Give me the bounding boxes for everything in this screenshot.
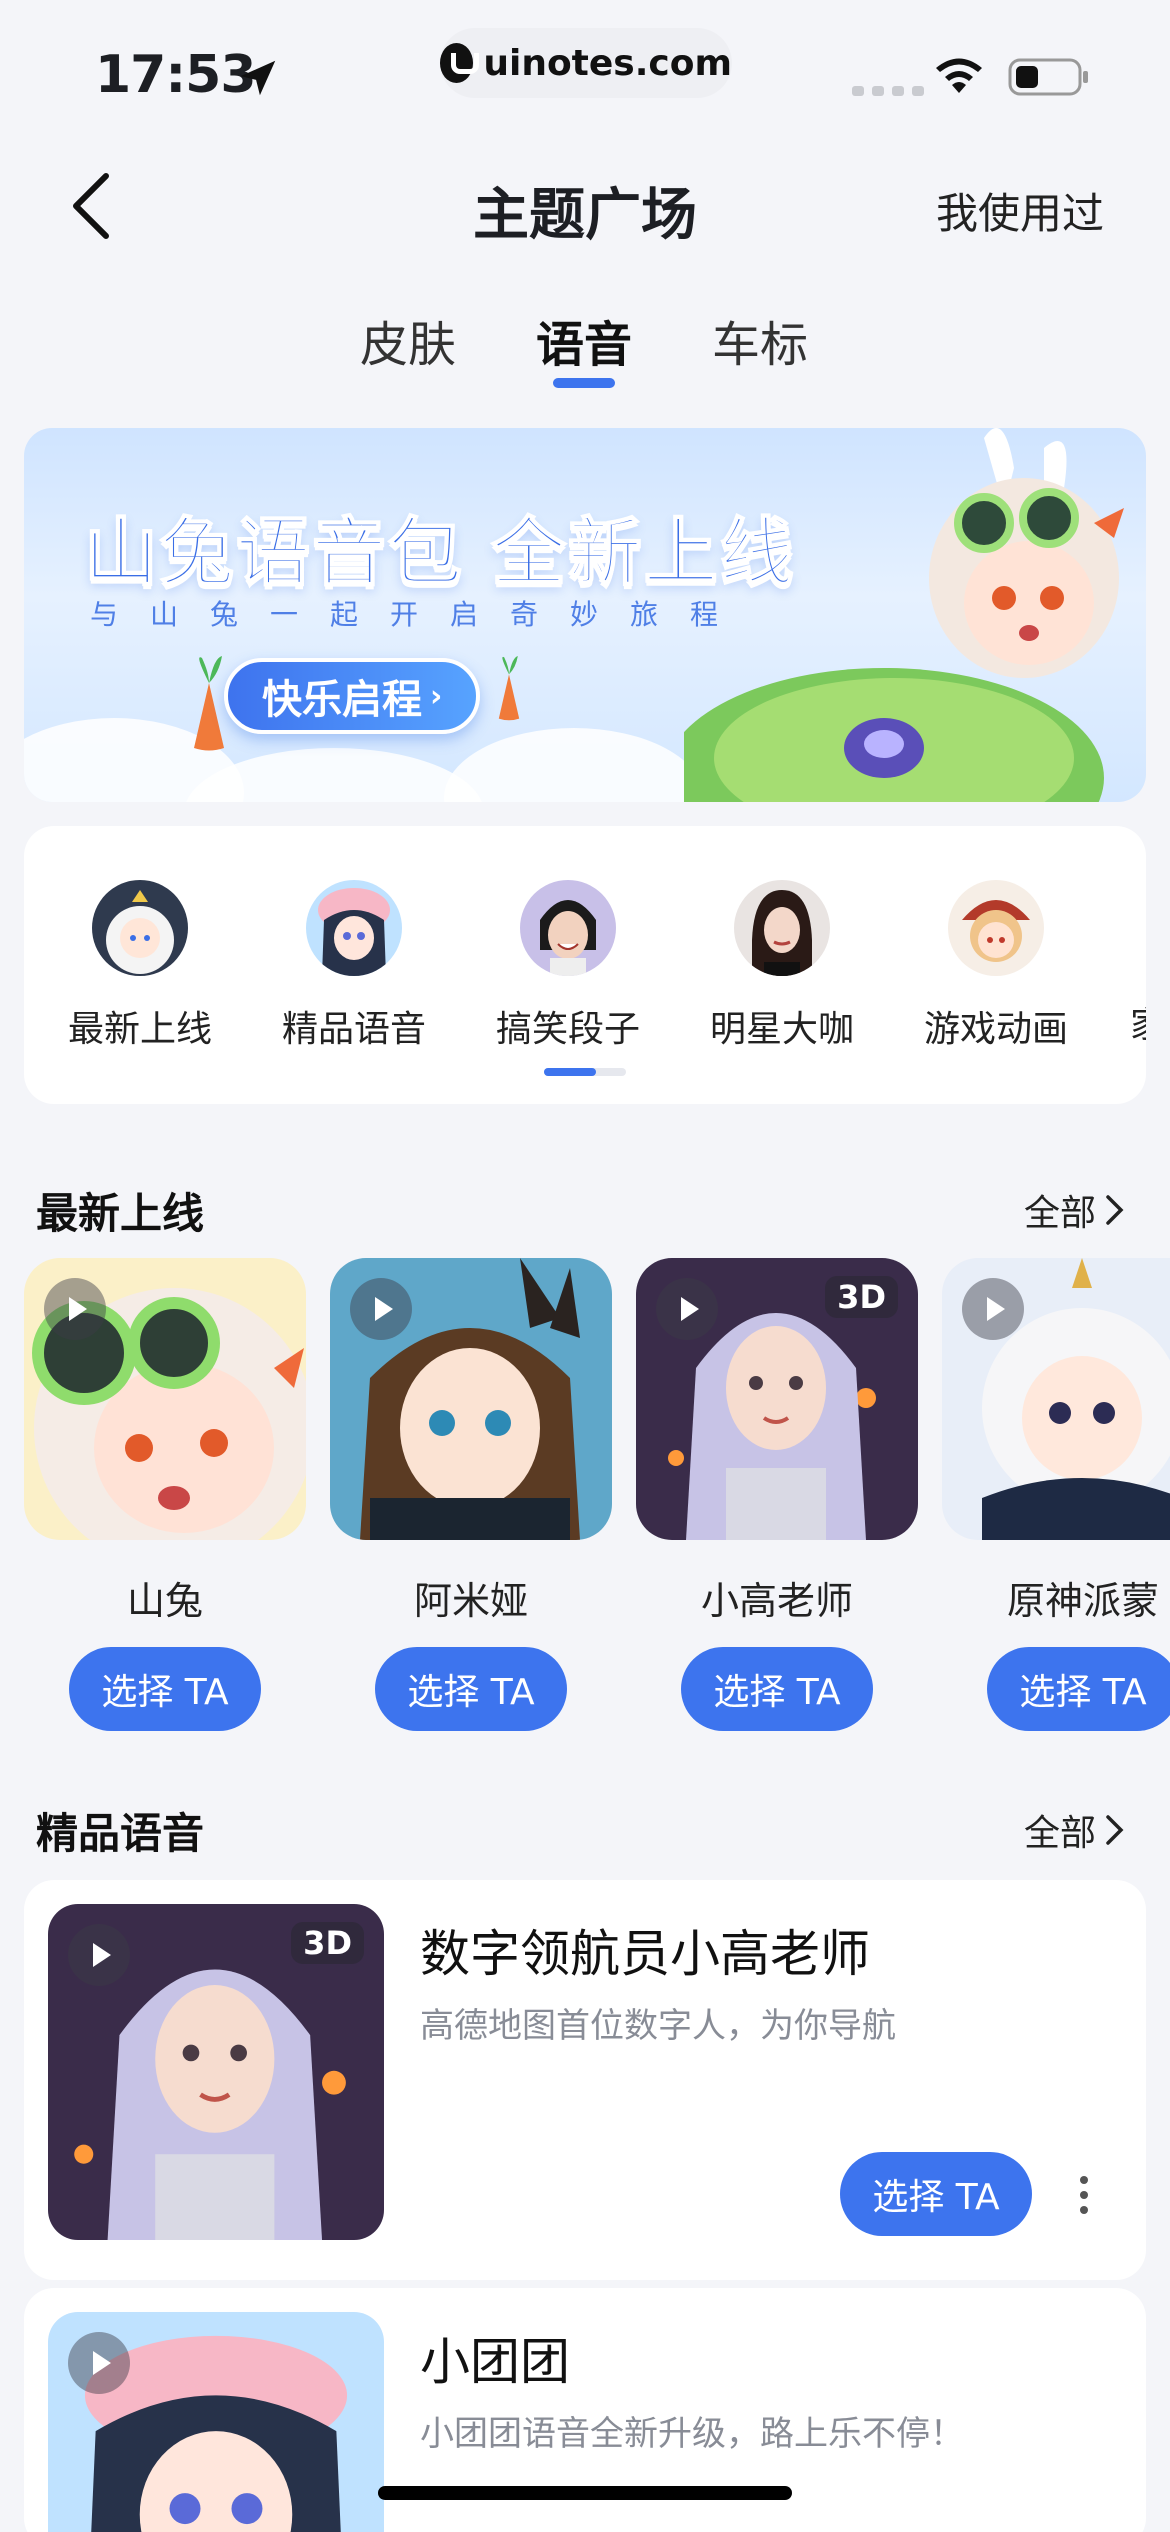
category-label: 精品语音 (281, 1009, 426, 1050)
category-label: 家 (1110, 996, 1146, 1048)
chevron-right-icon (1106, 1195, 1124, 1225)
premium-thumbnail[interactable] (48, 2312, 384, 2532)
play-icon[interactable] (68, 1924, 130, 1986)
tab-car-logo[interactable]: 车标 (712, 305, 808, 375)
status-bar: 17:53 uinotes.com (0, 0, 1170, 130)
select-button[interactable]: 选择 TA (681, 1647, 873, 1731)
celebrity-woman-icon (734, 880, 830, 976)
game-character-icon (948, 880, 1044, 976)
battery-icon (1008, 58, 1088, 96)
select-button[interactable]: 选择 TA (840, 2152, 1032, 2236)
more-label: 全部 (1023, 1193, 1096, 1234)
category-label: 明星大咖 (709, 1009, 854, 1050)
premium-section-title: 精品语音 (36, 1809, 205, 1858)
piggy-hat-girl-icon (306, 880, 402, 976)
category-item-latest[interactable]: 最新上线 (40, 880, 240, 1052)
category-label: 游戏动画 (923, 1009, 1068, 1050)
new-section-more-link[interactable]: 全部 (1024, 1184, 1126, 1236)
url-pill[interactable]: uinotes.com (440, 28, 732, 98)
signal-dots-icon (852, 86, 924, 96)
category-scroll-thumb (544, 1068, 596, 1076)
new-item[interactable]: 阿米娅 选择 TA (330, 1258, 612, 1731)
premium-card[interactable]: 3D 数字领航员小高老师 高德地图首位数字人，为你导航 选择 TA (24, 1880, 1146, 2280)
location-arrow-icon (240, 60, 276, 96)
status-time: 17:53 (95, 45, 257, 105)
category-item-game[interactable]: 游戏动画 (896, 880, 1096, 1052)
more-label: 全部 (1023, 1813, 1096, 1854)
chevron-right-icon (1106, 1815, 1124, 1845)
new-item-name: 山兔 (126, 1579, 203, 1623)
new-item-thumbnail[interactable]: 3D (636, 1258, 918, 1540)
new-item-name: 小高老师 (700, 1579, 853, 1623)
url-text: uinotes.com (483, 42, 732, 84)
badge-3d: 3D (825, 1276, 898, 1318)
used-history-link[interactable]: 我使用过 (936, 180, 1104, 241)
play-icon[interactable] (656, 1278, 718, 1340)
select-button[interactable]: 选择 TA (375, 1647, 567, 1731)
premium-item-title: 小团团 (420, 2333, 570, 2391)
badge-3d: 3D (291, 1922, 364, 1964)
category-card: 最新上线 精品语音 搞笑段子 明星大咖 游戏动画 (24, 826, 1146, 1104)
new-item[interactable]: 山兔 选择 TA (24, 1258, 306, 1731)
new-item[interactable]: 3D 小高老师 选择 TA (636, 1258, 918, 1731)
site-logo-icon (440, 43, 480, 83)
category-item-celebrity[interactable]: 明星大咖 (682, 880, 882, 1052)
select-button[interactable]: 选择 TA (69, 1647, 261, 1731)
new-item-thumbnail[interactable] (942, 1258, 1170, 1540)
tab-skin[interactable]: 皮肤 (360, 305, 456, 375)
premium-item-title: 数字领航员小高老师 (420, 1925, 870, 1983)
premium-thumbnail[interactable]: 3D (48, 1904, 384, 2240)
more-vertical-icon[interactable] (1074, 2170, 1094, 2220)
new-item-thumbnail[interactable] (330, 1258, 612, 1540)
banner-cta-button[interactable]: 快乐启程 › (224, 658, 481, 734)
carrot-icon-small (498, 656, 520, 721)
home-indicator[interactable] (378, 2486, 792, 2500)
tab-active-indicator (553, 378, 615, 388)
category-label: 搞笑段子 (495, 1009, 640, 1050)
play-icon[interactable] (44, 1278, 106, 1340)
category-item-premium[interactable]: 精品语音 (254, 880, 454, 1052)
wifi-icon (936, 58, 982, 93)
new-release-row: 山兔 选择 TA 阿米娅 选择 TA 3D 小高老师 选择 TA 原神派蒙 选择… (0, 1258, 1170, 1738)
category-item-funny[interactable]: 搞笑段子 (468, 880, 668, 1052)
anime-girl-icon (92, 880, 188, 976)
promo-banner[interactable]: 山兔语音包 全新上线 与山兔一起开启奇妙旅程 快乐启程 › (24, 428, 1146, 802)
banner-cta-label: 快乐启程 (262, 677, 422, 723)
new-section-title: 最新上线 (36, 1189, 205, 1238)
rabbit-girl-illustration (684, 428, 1124, 802)
new-item-thumbnail[interactable] (24, 1258, 306, 1540)
play-icon[interactable] (68, 2332, 130, 2394)
select-button[interactable]: 选择 TA (987, 1647, 1170, 1731)
tab-voice[interactable]: 语音 (536, 305, 632, 375)
premium-item-desc: 高德地图首位数字人，为你导航 (420, 2006, 896, 2046)
smiling-woman-icon (520, 880, 616, 976)
new-item[interactable]: 原神派蒙 选择 TA (942, 1258, 1170, 1731)
new-item-name: 阿米娅 (413, 1579, 528, 1623)
new-item-name: 原神派蒙 (1006, 1579, 1159, 1623)
category-item-partial[interactable]: 家 (1110, 880, 1146, 1048)
banner-subtitle: 与山兔一起开启奇妙旅程 (90, 598, 751, 631)
play-icon[interactable] (350, 1278, 412, 1340)
play-icon[interactable] (962, 1278, 1024, 1340)
chevron-right-icon: › (430, 678, 443, 714)
category-scroll-indicator (544, 1068, 626, 1076)
category-label: 最新上线 (67, 1009, 212, 1050)
premium-section-more-link[interactable]: 全部 (1024, 1804, 1126, 1856)
premium-item-desc: 小团团语音全新升级，路上乐不停！ (420, 2414, 964, 2454)
